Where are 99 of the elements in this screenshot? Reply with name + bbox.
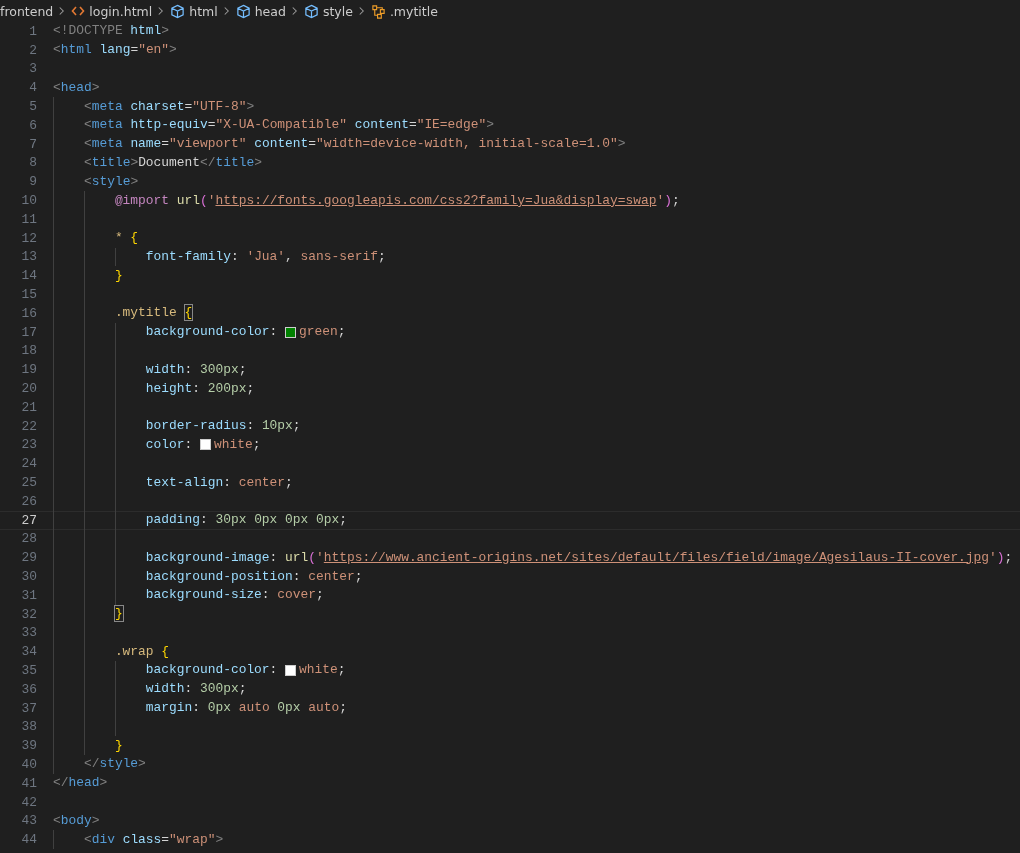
line-number: 40 bbox=[20, 756, 37, 772]
code-text: border-radius: 10px; bbox=[145, 417, 301, 436]
line-number: 33 bbox=[20, 625, 37, 641]
code-text: <meta charset="UTF-8"> bbox=[83, 97, 255, 116]
line-number: 32 bbox=[20, 606, 37, 622]
code-text: </head> bbox=[53, 774, 108, 793]
code-text: green; bbox=[299, 323, 346, 342]
line-number: 2 bbox=[28, 42, 37, 58]
line-number: 7 bbox=[28, 136, 37, 152]
line-number: 17 bbox=[20, 324, 37, 340]
line-number: 8 bbox=[28, 155, 37, 171]
line-number: 39 bbox=[20, 738, 37, 754]
line-number: 36 bbox=[20, 681, 37, 697]
code-text: .mytitle { bbox=[114, 304, 193, 323]
line-number: 18 bbox=[20, 343, 37, 359]
code-text: width: 300px; bbox=[145, 360, 247, 379]
color-swatch-icon[interactable] bbox=[285, 326, 297, 338]
code-text: <body> bbox=[53, 811, 100, 830]
code-text: white; bbox=[299, 661, 346, 680]
line-number: 25 bbox=[20, 475, 37, 490]
breadcrumb-item[interactable]: head bbox=[233, 3, 288, 19]
line-number: 5 bbox=[28, 99, 37, 115]
line-number: 6 bbox=[28, 117, 37, 133]
line-number: 13 bbox=[20, 249, 37, 265]
line-number: 43 bbox=[20, 813, 37, 829]
chevron-icon bbox=[357, 6, 365, 16]
breadcrumb-item[interactable]: html bbox=[168, 3, 220, 19]
line-number: 34 bbox=[20, 644, 37, 660]
line-number: 37 bbox=[20, 700, 37, 716]
line-number: 41 bbox=[20, 775, 37, 791]
cube-icon bbox=[303, 3, 319, 19]
code-text: background-color: bbox=[145, 323, 279, 342]
chevron-icon bbox=[157, 6, 165, 16]
line-number: 38 bbox=[20, 719, 37, 735]
code-brackets-icon bbox=[71, 4, 86, 18]
line-number: 10 bbox=[20, 193, 37, 209]
color-swatch-icon[interactable] bbox=[285, 665, 297, 676]
code-text: <style> bbox=[83, 172, 139, 191]
line-number: 9 bbox=[28, 174, 37, 190]
cube-icon bbox=[170, 3, 186, 19]
code-text: margin: 0px auto 0px auto; bbox=[145, 699, 347, 718]
code-text: text-align: center; bbox=[145, 473, 293, 492]
code-text: <!DOCTYPE html> bbox=[53, 22, 170, 41]
breadcrumb-item[interactable]: style bbox=[301, 3, 355, 19]
line-number: 23 bbox=[20, 437, 37, 453]
line-number: 22 bbox=[20, 418, 37, 434]
line-number: 16 bbox=[20, 305, 37, 321]
code-text: height: 200px; bbox=[145, 379, 255, 398]
chevron-icon bbox=[58, 6, 66, 16]
line-number: 29 bbox=[20, 550, 37, 566]
line-number: 24 bbox=[20, 456, 37, 472]
code-text: .wrap { bbox=[114, 642, 170, 661]
code-text: <meta name="viewport" content="width=device-width, initial-scale=1.0"> bbox=[83, 135, 626, 154]
code-text: padding: 30px 0px 0px 0px; bbox=[145, 511, 347, 530]
structure-icon bbox=[370, 3, 386, 19]
code-text: * { bbox=[114, 229, 139, 248]
code-text: <title>Document</title> bbox=[83, 153, 262, 172]
code-text: background-image: url('https://www.ancient-origins.net/sites/default/files/field/image/Agesilaus-II-cover.jpg'); bbox=[145, 548, 1013, 567]
line-number: 1 bbox=[28, 23, 37, 39]
chevron-icon bbox=[222, 6, 230, 16]
line-number: 4 bbox=[28, 80, 37, 96]
code-text: <meta http-equiv="X-UA-Compatible" content="IE=edge"> bbox=[83, 116, 494, 135]
code-text: background-position: center; bbox=[145, 567, 363, 586]
line-number: 3 bbox=[28, 61, 37, 77]
cube-icon bbox=[235, 3, 251, 19]
code-text: color: bbox=[145, 435, 194, 454]
line-number: 20 bbox=[20, 381, 37, 397]
code-text: <head> bbox=[53, 78, 100, 97]
line-number: 27 bbox=[20, 512, 37, 528]
line-number: 26 bbox=[20, 493, 37, 509]
code-text: @import url('https://fonts.googleapis.com/css2?family=Jua&display=swap'); bbox=[114, 191, 680, 210]
code-text: } bbox=[114, 736, 123, 755]
line-number: 42 bbox=[20, 794, 37, 810]
line-number: 19 bbox=[20, 362, 37, 378]
chevron-icon bbox=[290, 6, 298, 16]
breadcrumb-item[interactable]: frontend bbox=[0, 3, 56, 19]
code-text: white; bbox=[214, 435, 261, 454]
code-text: width: 300px; bbox=[145, 680, 247, 699]
breadcrumb-item[interactable]: .mytitle bbox=[368, 3, 440, 19]
line-number: 28 bbox=[20, 531, 37, 547]
line-number: 11 bbox=[20, 211, 37, 227]
code-text: </style> bbox=[83, 755, 146, 774]
color-swatch-icon[interactable] bbox=[200, 439, 211, 451]
code-text: font-family: 'Jua', sans-serif; bbox=[145, 247, 386, 266]
breadcrumb-item[interactable]: login.html bbox=[69, 3, 155, 19]
line-number: 44 bbox=[20, 832, 37, 848]
line-number: 35 bbox=[20, 663, 37, 678]
code-text: } bbox=[114, 266, 123, 285]
line-number: 21 bbox=[20, 399, 37, 415]
line-number: 30 bbox=[20, 569, 37, 584]
line-number: 15 bbox=[20, 287, 37, 303]
code-text: background-color: bbox=[145, 661, 279, 680]
code-text: } bbox=[114, 605, 123, 624]
code-text: <div class="wrap"> bbox=[83, 830, 224, 849]
code-text: <html lang="en"> bbox=[53, 41, 177, 60]
code-text: background-size: cover; bbox=[145, 586, 324, 605]
line-number: 14 bbox=[20, 268, 37, 284]
line-number: 12 bbox=[20, 230, 37, 246]
line-number: 31 bbox=[20, 587, 37, 603]
